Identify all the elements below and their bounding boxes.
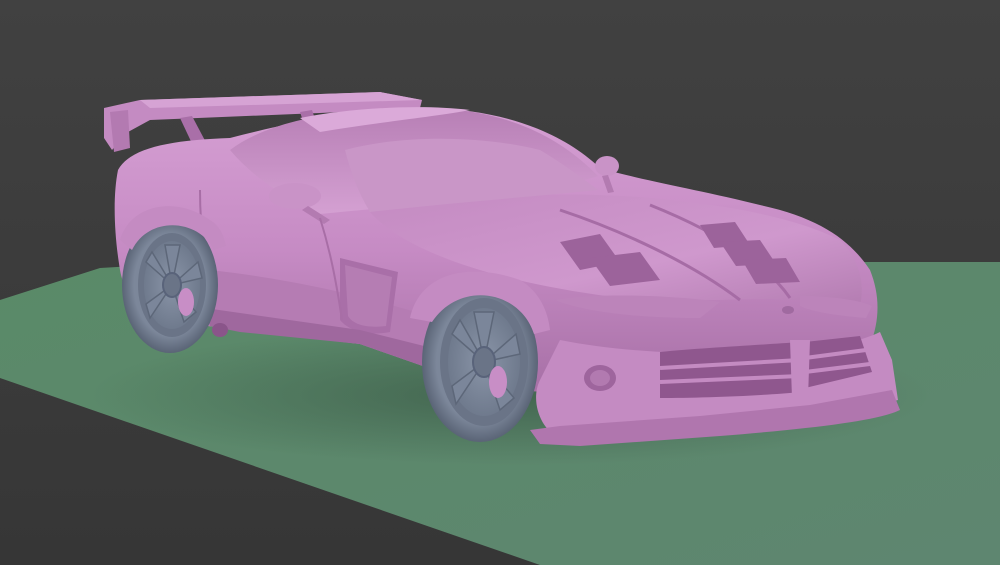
render-canvas — [0, 0, 1000, 565]
viewport — [0, 0, 1000, 565]
